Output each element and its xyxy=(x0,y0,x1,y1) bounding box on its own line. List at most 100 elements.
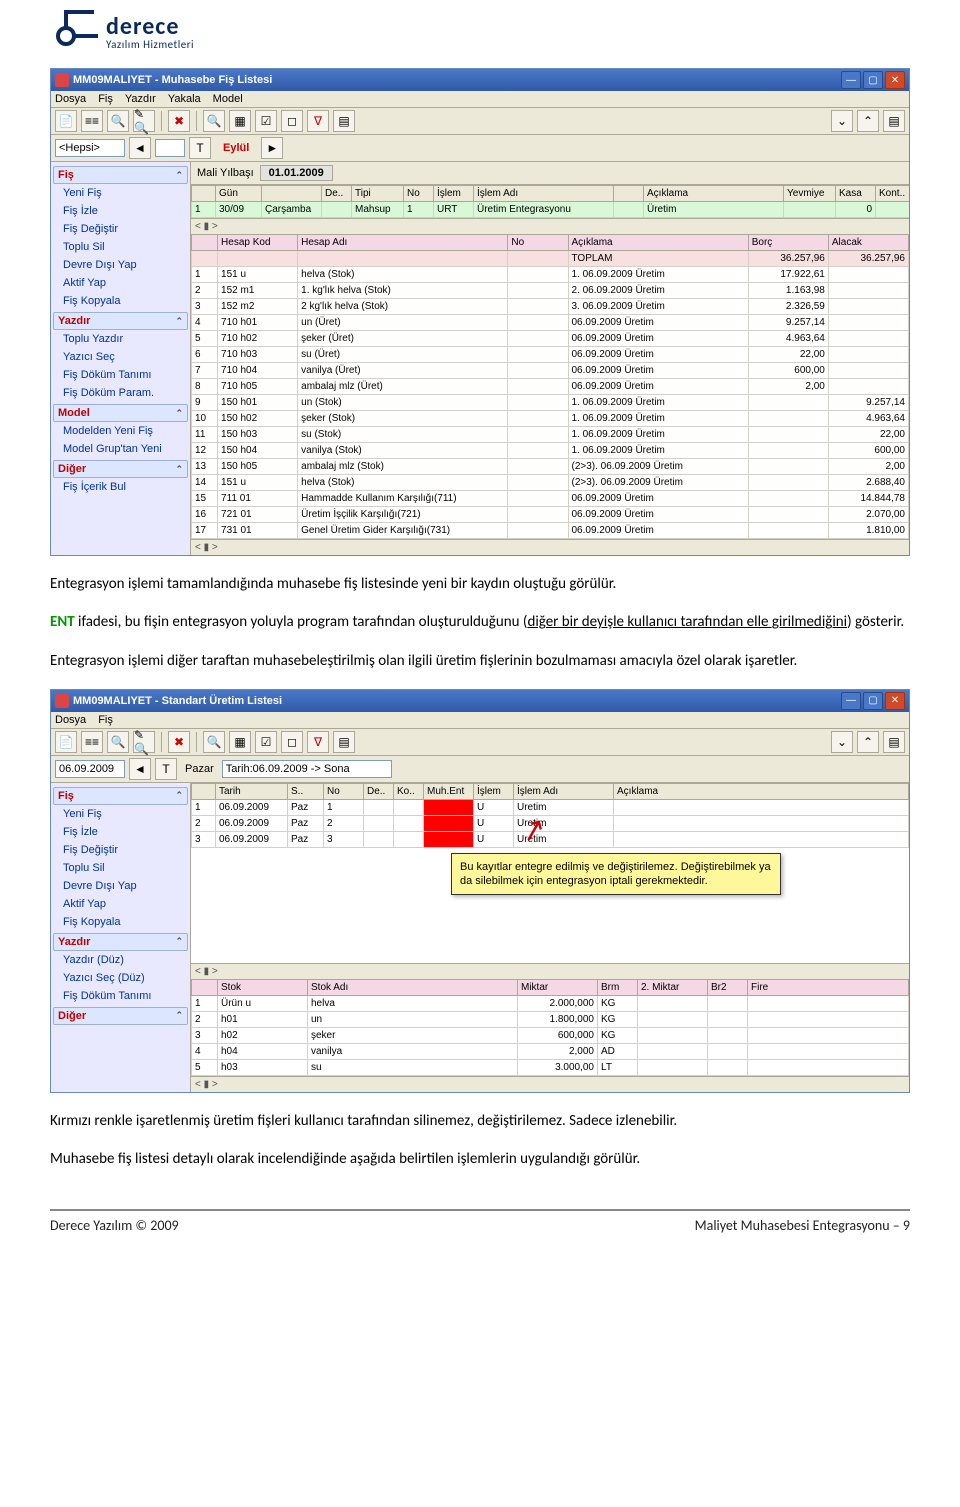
delete-icon[interactable]: ✖ xyxy=(168,731,190,753)
list-icon[interactable]: ≡≡ xyxy=(81,731,103,753)
col-header[interactable]: Gün xyxy=(216,186,262,202)
maximize-button[interactable]: ▢ xyxy=(863,692,883,710)
col-header[interactable]: Açıklama xyxy=(614,783,909,799)
table-row[interactable]: 12150 h04vanilya (Stok)1. 06.09.2009 Üre… xyxy=(192,443,909,459)
sidebar-item[interactable]: Fiş Döküm Tanımı xyxy=(53,366,188,384)
sidebar-item[interactable]: Fiş İzle xyxy=(53,202,188,220)
detail-grid[interactable]: Hesap KodHesap AdıNoAçıklamaBorçAlacakTO… xyxy=(191,234,909,539)
sidebar-group-diğer[interactable]: Diğer⌃ xyxy=(53,1007,188,1025)
minimize-button[interactable]: — xyxy=(841,692,861,710)
sidebar-item[interactable]: Fiş Değiştir xyxy=(53,220,188,238)
table-row[interactable]: 8710 h05ambalaj mlz (Üret)06.09.2009 Üre… xyxy=(192,379,909,395)
sidebar-group-yazdır[interactable]: Yazdır⌃ xyxy=(53,312,188,330)
range-input[interactable] xyxy=(222,760,392,778)
filter-t-icon[interactable]: T xyxy=(155,758,177,780)
sidebar-item[interactable]: Model Grup'tan Yeni xyxy=(53,440,188,458)
sidebar-item[interactable]: Fiş Döküm Tanımı xyxy=(53,987,188,1005)
col-header[interactable]: Stok xyxy=(218,979,308,995)
list-icon[interactable]: ≡≡ xyxy=(81,110,103,132)
sidebar-item[interactable]: Yazıcı Seç (Düz) xyxy=(53,969,188,987)
layout-icon[interactable]: ▦ xyxy=(229,731,251,753)
stack-icon[interactable]: ▤ xyxy=(333,110,355,132)
search-icon[interactable]: 🔍 xyxy=(203,110,225,132)
titlebar[interactable]: MM09MALIYET - Standart Üretim Listesi — … xyxy=(51,690,909,712)
exp-up-icon[interactable]: ⌃ xyxy=(857,110,879,132)
table-row[interactable]: 2152 m11. kg'lık helva (Stok)2. 06.09.20… xyxy=(192,283,909,299)
table-row[interactable]: 2h01un1.800,000KG xyxy=(192,1011,909,1027)
edit-icon[interactable]: ✎🔍 xyxy=(133,731,155,753)
menu-model[interactable]: Model xyxy=(213,93,243,105)
sidebar-item[interactable]: Yazıcı Seç xyxy=(53,348,188,366)
minimize-button[interactable]: — xyxy=(841,71,861,89)
sidebar-item[interactable]: Fiş İçerik Bul xyxy=(53,478,188,496)
sidebar-item[interactable]: Modelden Yeni Fiş xyxy=(53,422,188,440)
menu-fiş[interactable]: Fiş xyxy=(98,93,113,105)
table-row[interactable]: 4h04vanilya2,000AD xyxy=(192,1043,909,1059)
menu-dosya[interactable]: Dosya xyxy=(55,93,86,105)
col-header[interactable]: Muh.Ent xyxy=(424,783,474,799)
sidebar-item[interactable]: Devre Dışı Yap xyxy=(53,256,188,274)
col-header[interactable]: Hesap Adı xyxy=(298,235,508,251)
view-icon[interactable]: 🔍 xyxy=(107,110,129,132)
menu-fiş[interactable]: Fiş xyxy=(98,714,113,726)
sidebar-item[interactable]: Toplu Yazdır xyxy=(53,330,188,348)
sidebar-group-fiş[interactable]: Fiş⌃ xyxy=(53,787,188,805)
new-icon[interactable]: 📄 xyxy=(55,731,77,753)
table-row[interactable]: 4710 h01un (Üret)06.09.2009 Üretim9.257,… xyxy=(192,315,909,331)
col-header[interactable] xyxy=(262,186,322,202)
sidebar-item[interactable]: Fiş Döküm Param. xyxy=(53,384,188,402)
col-header[interactable]: Br2 xyxy=(708,979,748,995)
view-icon[interactable]: 🔍 xyxy=(107,731,129,753)
table-row[interactable]: 130/09ÇarşambaMahsup1URTÜretim Entegrasy… xyxy=(192,202,910,218)
table-row[interactable]: 16721 01Üretim İşçilik Karşılığı(721)06.… xyxy=(192,507,909,523)
right-icon[interactable]: ► xyxy=(261,137,283,159)
col-header[interactable]: 2. Miktar xyxy=(638,979,708,995)
col-header[interactable] xyxy=(192,235,218,251)
table-row[interactable]: 17731 01Genel Üretim Gider Karşılığı(731… xyxy=(192,523,909,539)
delete-icon[interactable]: ✖ xyxy=(168,110,190,132)
h-scroll-bottom[interactable]: < ▮ > xyxy=(191,539,909,555)
edit-icon[interactable]: ✎🔍 xyxy=(133,110,155,132)
sidebar-item[interactable]: Aktif Yap xyxy=(53,274,188,292)
table-row[interactable]: 106.09.2009Paz1UUretim xyxy=(192,799,909,815)
sidebar-item[interactable]: Aktif Yap xyxy=(53,895,188,913)
table-row[interactable]: 1151 uhelva (Stok)1. 06.09.2009 Üretim17… xyxy=(192,267,909,283)
col-header[interactable]: No xyxy=(404,186,434,202)
col-header[interactable] xyxy=(192,186,216,202)
close-button[interactable]: ✕ xyxy=(885,71,905,89)
sidebar-item[interactable]: Fiş Kopyala xyxy=(53,292,188,310)
check-icon[interactable]: ☑ xyxy=(255,110,277,132)
col-header[interactable]: Açıklama xyxy=(568,235,748,251)
sidebar-item[interactable]: Yeni Fiş xyxy=(53,805,188,823)
col-header[interactable] xyxy=(192,783,216,799)
table-row[interactable]: 5h03su3.000,00LT xyxy=(192,1059,909,1075)
table-row[interactable]: 206.09.2009Paz2UUretim xyxy=(192,815,909,831)
table-row[interactable]: 5710 h02şeker (Üret)06.09.2009 Üretim4.9… xyxy=(192,331,909,347)
table-row[interactable]: 3h02şeker600,000KG xyxy=(192,1027,909,1043)
table-row[interactable]: 13150 h05ambalaj mlz (Stok)(2>3). 06.09.… xyxy=(192,459,909,475)
search-icon[interactable]: 🔍 xyxy=(203,731,225,753)
extra-icon[interactable]: ▤ xyxy=(883,731,905,753)
sidebar-group-model[interactable]: Model⌃ xyxy=(53,404,188,422)
col-header[interactable]: Fire xyxy=(748,979,909,995)
sidebar-item[interactable]: Fiş İzle xyxy=(53,823,188,841)
exp-up-icon[interactable]: ⌃ xyxy=(857,731,879,753)
exp-down-icon[interactable]: ⌄ xyxy=(831,731,853,753)
titlebar[interactable]: MM09MALIYET - Muhasebe Fiş Listesi — ▢ ✕ xyxy=(51,69,909,91)
col-header[interactable]: Alacak xyxy=(828,235,908,251)
table-row[interactable]: 10150 h02şeker (Stok)1. 06.09.2009 Üreti… xyxy=(192,411,909,427)
sidebar-item[interactable]: Yeni Fiş xyxy=(53,184,188,202)
col-header[interactable]: No xyxy=(508,235,568,251)
menu-dosya[interactable]: Dosya xyxy=(55,714,86,726)
table-row[interactable]: 14151 uhelva (Stok)(2>3). 06.09.2009 Üre… xyxy=(192,475,909,491)
col-header[interactable]: İşlem xyxy=(434,186,474,202)
col-header[interactable]: İşlem xyxy=(474,783,514,799)
top-grid[interactable]: GünDe..TipiNoİşlemİşlem AdıAçıklamaYevmi… xyxy=(191,185,909,218)
layout-icon[interactable]: ▦ xyxy=(229,110,251,132)
h-scroll-bottom[interactable]: < ▮ > xyxy=(191,1076,909,1092)
col-header[interactable]: Tipi xyxy=(352,186,404,202)
table-row[interactable]: 7710 h04vanilya (Üret)06.09.2009 Üretim6… xyxy=(192,363,909,379)
sidebar-item[interactable]: Toplu Sil xyxy=(53,859,188,877)
left-icon[interactable]: ◄ xyxy=(129,137,151,159)
table-row[interactable]: 1Ürün uhelva2.000,000KG xyxy=(192,995,909,1011)
